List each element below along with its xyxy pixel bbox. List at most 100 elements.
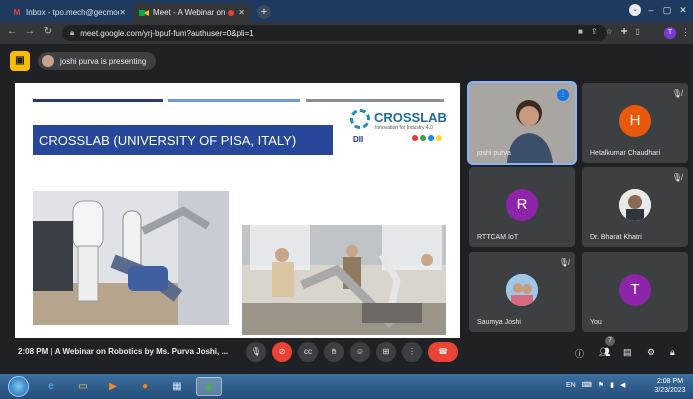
presenter-pill[interactable]: joshi purva is presenting [38, 52, 157, 70]
meeting-title: A Webinar on Robotics by Ms. Purva Joshi… [54, 347, 229, 356]
camera-icon[interactable]: ■ [578, 27, 583, 36]
gear-icon [350, 109, 370, 129]
lab-photo [242, 225, 446, 335]
forward-icon[interactable]: → [24, 26, 36, 37]
robot-arm-photo [33, 191, 229, 325]
lock-icon[interactable]: 🔒︎ [70, 28, 74, 38]
present-now-button[interactable]: ⊞ [376, 342, 396, 362]
system-tray: EN ⌨︎ ⚑ ▮ ◀ [566, 381, 625, 390]
leave-call-button[interactable]: ☎︎ [428, 342, 458, 362]
maximize-icon[interactable]: ▢ [661, 5, 673, 16]
participant-name: Dr. Bharat Khatri [590, 234, 642, 241]
separator: | [50, 347, 53, 356]
address-bar-row: ← → ↻ 🔒︎ meet.google.com/yrj-bpuf-fum?au… [0, 22, 693, 44]
people-icon[interactable]: 👥︎ [599, 347, 610, 358]
extensions-icon[interactable]: ✚ [621, 27, 628, 36]
shared-slide: CROSSLAB (UNIVERSITY OF PISA, ITALY) CRO… [15, 83, 460, 338]
media-player-icon[interactable]: ▶ [100, 377, 126, 396]
participant-tile[interactable]: 🎙︎̸ Saumya Joshi [469, 252, 575, 332]
profile-avatar[interactable]: T [664, 27, 676, 39]
chat-icon[interactable]: ▤ [623, 347, 632, 358]
camera-off-button[interactable]: ⊘ [272, 342, 292, 362]
participant-name: Saumya Joshi [477, 319, 521, 326]
star-icon[interactable]: ☆ [606, 27, 613, 36]
slide-title: CROSSLAB (UNIVERSITY OF PISA, ITALY) [33, 125, 333, 155]
mic-off-icon: 🎙︎̸ [671, 173, 682, 182]
logo-tagline: Innovation for Industry 4.0 [375, 125, 433, 131]
participant-avatar: H [619, 105, 651, 137]
participant-tile[interactable]: 🎙︎̸ Dr. Bharat Khatri [582, 167, 688, 247]
tab-search-icon[interactable]: ⌄ [629, 4, 641, 16]
back-icon[interactable]: ← [6, 26, 18, 37]
presenter-avatar [42, 55, 54, 67]
tab-title: Inbox - tpo.mech@gecmodasa.c [26, 8, 119, 17]
presenter-text: joshi purva is presenting [60, 56, 147, 66]
reload-icon[interactable]: ↻ [42, 26, 54, 37]
keyboard-icon[interactable]: ⌨︎ [582, 381, 592, 389]
host-controls-icon[interactable]: 🔒︎ [670, 347, 675, 358]
crosslab-logo: CROSSLAB Innovation for Industry 4.0 DII [350, 107, 448, 149]
participant-tile[interactable]: R RTTCAM IoT [469, 167, 575, 247]
browser-tab-strip: M Inbox - tpo.mech@gecmodasa.c ✕ Meet - … [0, 0, 693, 22]
activities-icon[interactable]: ⚙︎ [647, 347, 655, 358]
chrome-icon[interactable]: ◉ [196, 377, 222, 396]
participant-avatar: R [506, 189, 538, 221]
close-icon[interactable]: ✕ [119, 8, 126, 17]
present-icon[interactable]: ▣ [10, 51, 30, 71]
window-controls: ⌄ – ▢ ✕ [629, 4, 689, 16]
flag-icon[interactable]: ⚑ [598, 381, 604, 389]
firefox-icon[interactable]: ● [132, 377, 158, 396]
present-icon: ⊞ [382, 347, 390, 356]
taskbar-clock[interactable]: 2:08 PM 3/23/2023 [652, 377, 688, 395]
participant-tile[interactable]: T You [582, 252, 688, 332]
new-tab-button[interactable]: + [257, 5, 271, 19]
logo-name: CROSSLAB [374, 110, 447, 125]
toolbar-icons: ■ ⇪ ☆ ✚ ▯ [578, 27, 640, 36]
slide-rule [306, 99, 444, 102]
participant-photo-avatar [619, 189, 651, 221]
participant-photo-avatar [506, 274, 538, 306]
reactions-button[interactable]: ☺ [350, 342, 370, 362]
mic-off-icon: 🎙︎̸ [671, 89, 682, 98]
people-count-badge: 7 [605, 336, 615, 346]
tab-gmail[interactable]: M Inbox - tpo.mech@gecmodasa.c ✕ [6, 3, 132, 22]
window-app-icon[interactable]: ▦ [164, 377, 190, 396]
language-indicator[interactable]: EN [566, 382, 576, 389]
captions-button[interactable]: cc [298, 342, 318, 362]
tab-meet[interactable]: Meet - A Webinar on Roboti ✕ [133, 3, 251, 22]
url-text: meet.google.com/yrj-bpuf-fum?authuser=0&… [80, 28, 254, 38]
browser-menu-icon[interactable]: ⋮ [681, 27, 690, 38]
clock-date: 3/23/2023 [654, 387, 686, 394]
participant-avatar: T [619, 274, 651, 306]
speaking-indicator-icon: ⋮ [557, 89, 569, 101]
url-bar[interactable]: 🔒︎ meet.google.com/yrj-bpuf-fum?authuser… [62, 25, 607, 41]
mic-off-icon: 🎙︎̸ [558, 258, 569, 267]
hand-icon: ✋︎ [331, 347, 337, 356]
folder-icon[interactable]: ▭ [70, 377, 96, 396]
volume-icon[interactable]: ◀ [620, 381, 625, 389]
slide-rule [33, 99, 163, 102]
logo-dots [412, 135, 442, 141]
share-icon[interactable]: ⇪ [591, 27, 598, 36]
clock-time: 2:08 PM [656, 378, 684, 385]
raise-hand-button[interactable]: ✋︎ [324, 342, 344, 362]
logo-dept: DII [353, 135, 364, 144]
ie-icon[interactable]: e [38, 377, 64, 396]
participant-tile[interactable]: ⋮ joshi purva [467, 81, 577, 165]
network-icon[interactable]: ▮ [610, 381, 614, 389]
close-window-icon[interactable]: ✕ [677, 5, 689, 16]
close-icon[interactable]: ✕ [238, 8, 245, 17]
tab-title: Meet - A Webinar on Roboti [153, 8, 228, 17]
participant-name: You [590, 319, 602, 326]
start-button[interactable] [8, 376, 29, 397]
participant-name: joshi purva [477, 150, 511, 157]
minimize-icon[interactable]: – [645, 5, 657, 15]
info-icon[interactable]: ⓘ [575, 347, 584, 360]
sidepanel-icon[interactable]: ▯ [635, 27, 639, 36]
meeting-time: 2:08 PM [18, 347, 49, 356]
mic-button[interactable]: 🎙︎ [246, 342, 266, 362]
participant-tile[interactable]: 🎙︎̸ H Hetalkumar Chaudhari [582, 83, 688, 163]
mic-icon: 🎙︎ [250, 347, 262, 356]
slide-rule [168, 99, 300, 102]
more-options-button[interactable]: ⋮ [402, 342, 422, 362]
